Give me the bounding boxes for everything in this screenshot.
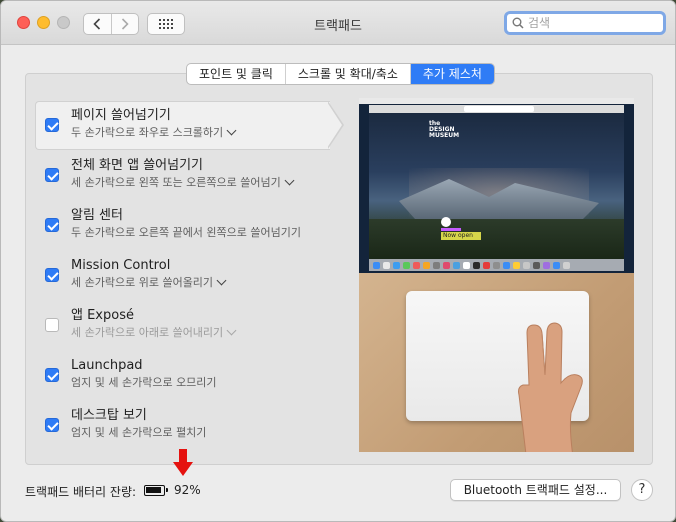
gesture-preview-video: the DESIGN MUSEUM Now open	[359, 98, 634, 452]
gesture-subtitle: 엄지 및 세 손가락으로 펼치기	[71, 426, 207, 439]
gesture-title: 앱 Exposé	[71, 308, 134, 323]
gesture-list: 페이지 쓸어넘기기 두 손가락으로 좌우로 스크롤하기 전체 화면 앱 쓸어넘기…	[35, 99, 347, 449]
gesture-title: 데스크탑 보기	[71, 408, 147, 423]
gesture-title: 페이지 쓸어넘기기	[71, 108, 171, 123]
gesture-option-dropdown[interactable]: 두 손가락으로 좌우로 스크롤하기	[71, 125, 347, 140]
site-logo: the DESIGN MUSEUM	[429, 120, 460, 139]
checkbox[interactable]	[45, 118, 59, 132]
gesture-item-swipe-between-pages[interactable]: 페이지 쓸어넘기기 두 손가락으로 좌우로 스크롤하기	[35, 99, 347, 150]
bluetooth-trackpad-setup-button[interactable]: Bluetooth 트랙패드 설정...	[450, 479, 621, 501]
chevron-down-icon	[216, 275, 227, 286]
checkbox[interactable]	[45, 218, 59, 232]
gesture-title: Launchpad	[71, 358, 143, 373]
battery-icon	[144, 485, 168, 496]
checkbox[interactable]	[45, 318, 59, 332]
battery-label: 트랙패드 배터리 잔량:	[25, 485, 137, 499]
red-arrow-annotation	[173, 449, 193, 476]
chevron-down-icon	[284, 175, 295, 186]
gesture-option-dropdown[interactable]: 세 손가락으로 위로 쓸어올리기	[71, 275, 347, 290]
gesture-item-swipe-full-screen-apps[interactable]: 전체 화면 앱 쓸어넘기기 세 손가락으로 왼쪽 또는 오른쪽으로 쓸어넘기	[35, 149, 347, 199]
gesture-subtitle: 두 손가락으로 좌우로 스크롤하기	[71, 126, 224, 139]
tab-more-gestures[interactable]: 추가 제스처	[409, 64, 494, 84]
gesture-subtitle: 두 손가락으로 오른쪽 끝에서 왼쪽으로 쓸어넘기기	[71, 226, 302, 239]
hand-icon	[518, 322, 583, 452]
play-icon	[441, 217, 451, 227]
gesture-option-dropdown[interactable]: 세 손가락으로 왼쪽 또는 오른쪽으로 쓸어넘기	[71, 175, 347, 190]
gesture-title: 알림 센터	[71, 208, 123, 223]
chevron-down-icon	[226, 125, 237, 136]
gesture-subtitle: 세 손가락으로 위로 쓸어올리기	[71, 276, 214, 289]
gesture-item-notification-center[interactable]: 알림 센터 두 손가락으로 오른쪽 끝에서 왼쪽으로 쓸어넘기기	[35, 199, 347, 249]
checkbox[interactable]	[45, 418, 59, 432]
checkbox[interactable]	[45, 368, 59, 382]
checkbox[interactable]	[45, 268, 59, 282]
preview-screen: the DESIGN MUSEUM Now open	[359, 98, 634, 273]
preview-desk	[359, 273, 634, 452]
checkbox[interactable]	[45, 168, 59, 182]
preview-website: the DESIGN MUSEUM Now open	[369, 113, 624, 259]
site-banner: Now open	[441, 232, 481, 240]
battery-percent: 92%	[174, 483, 201, 497]
tab-scroll-and-zoom[interactable]: 스크롤 및 확대/축소	[284, 64, 410, 84]
help-button[interactable]: ?	[631, 479, 653, 501]
gesture-subtitle: 세 손가락으로 왼쪽 또는 오른쪽으로 쓸어넘기	[71, 176, 281, 189]
chevron-down-icon	[226, 325, 237, 336]
gesture-subtitle: 세 손가락으로 아래로 쓸어내리기	[71, 326, 224, 339]
preview-dock	[369, 259, 624, 271]
gesture-item-mission-control[interactable]: Mission Control 세 손가락으로 위로 쓸어올리기	[35, 249, 347, 299]
gesture-subtitle: 엄지 및 세 손가락으로 오므리기	[71, 376, 217, 389]
gesture-item-launchpad[interactable]: Launchpad 엄지 및 세 손가락으로 오므리기	[35, 349, 347, 399]
title-bar: 트랙패드	[1, 1, 675, 45]
search-input[interactable]	[528, 16, 648, 30]
gesture-option-dropdown[interactable]: 세 손가락으로 아래로 쓸어내리기	[71, 325, 347, 340]
preferences-window: 트랙패드 포인트 및 클릭 스크롤 및 확대/축소 추가 제스처 페이지 쓸어넘…	[0, 0, 676, 522]
search-field[interactable]	[504, 11, 666, 35]
gesture-title: Mission Control	[71, 258, 171, 273]
search-icon	[512, 17, 524, 29]
gesture-item-app-expose[interactable]: 앱 Exposé 세 손가락으로 아래로 쓸어내리기	[35, 299, 347, 349]
tab-point-and-click[interactable]: 포인트 및 클릭	[187, 64, 285, 84]
gesture-item-show-desktop[interactable]: 데스크탑 보기 엄지 및 세 손가락으로 펼치기	[35, 399, 347, 449]
gesture-title: 전체 화면 앱 쓸어넘기기	[71, 158, 203, 173]
tab-bar: 포인트 및 클릭 스크롤 및 확대/축소 추가 제스처	[186, 63, 495, 85]
